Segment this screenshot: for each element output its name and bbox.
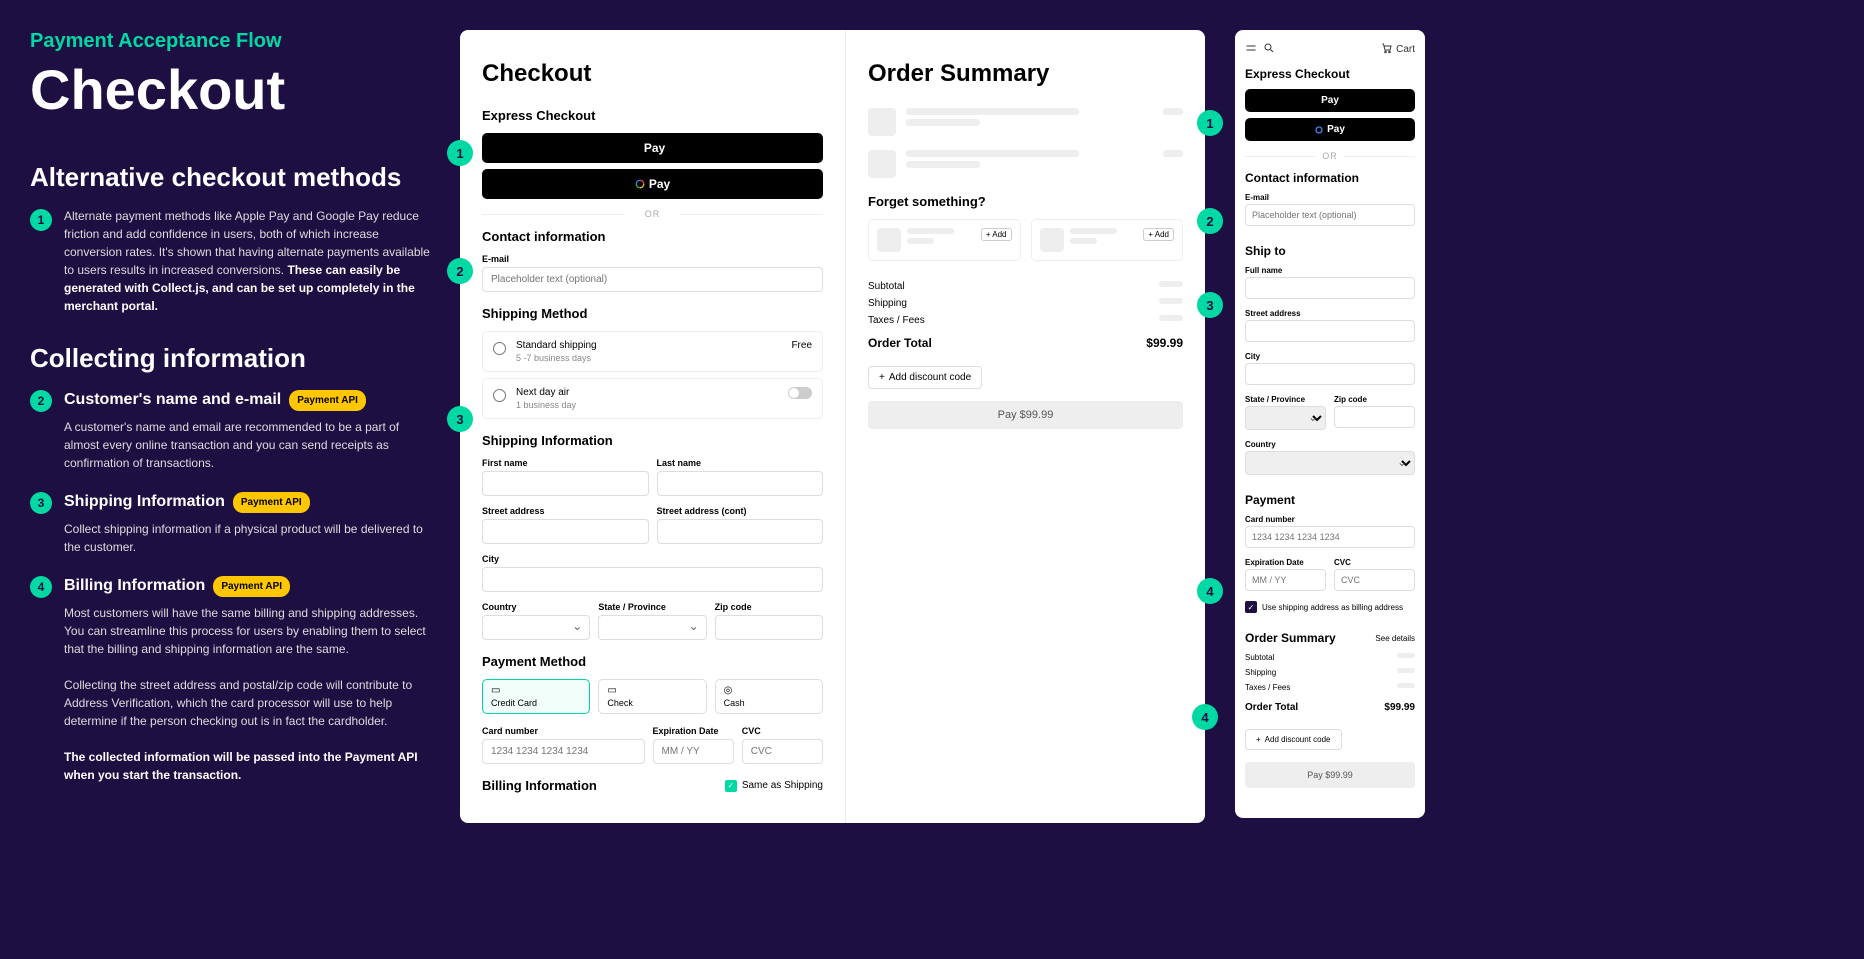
tab-credit-card[interactable]: ▭Credit Card	[482, 679, 590, 714]
email-label: E-mail	[482, 254, 823, 264]
upsell-card: + Add	[1031, 219, 1184, 261]
cart-icon	[1381, 42, 1393, 57]
see-details-link[interactable]: See details	[1375, 634, 1415, 643]
shipping-option-nextday[interactable]: Next day air 1 business day	[482, 378, 823, 419]
pay-button[interactable]: Pay $99.99	[868, 401, 1183, 429]
or-separator: OR	[482, 209, 823, 219]
card-exp-field[interactable]	[653, 739, 734, 764]
street-field[interactable]	[482, 519, 649, 544]
mobile-fullname-field[interactable]	[1245, 277, 1415, 299]
country-select[interactable]	[482, 615, 590, 640]
card-cvc-field[interactable]	[742, 739, 823, 764]
tab-cash[interactable]: ◎Cash	[715, 679, 823, 714]
desktop-mockup: Checkout Express Checkout Pay Pay OR Con…	[460, 30, 1205, 823]
search-icon[interactable]	[1263, 42, 1275, 57]
mobile-mockup: Cart Express Checkout Pay Pay OR Contact…	[1235, 30, 1425, 818]
cash-icon: ◎	[724, 685, 814, 696]
mobile-marker-4: 4	[1197, 578, 1223, 604]
contact-heading: Contact information	[482, 229, 823, 244]
mobile-use-shipping-checkbox[interactable]: ✓Use shipping address as billing address	[1245, 601, 1415, 613]
card-number-field[interactable]	[482, 739, 645, 764]
mobile-marker-1: 1	[1197, 110, 1223, 136]
shipping-option-standard[interactable]: Standard shipping 5 -7 business days Fre…	[482, 331, 823, 372]
mobile-zip-field[interactable]	[1334, 406, 1415, 428]
marker-3: 3	[447, 406, 473, 432]
api-pill: Payment API	[233, 492, 310, 513]
item-title: Customer's name and e-mail	[64, 388, 281, 412]
order-summary-title: Order Summary	[868, 60, 1183, 88]
cart-link[interactable]: Cart	[1381, 42, 1415, 57]
upsell-card: + Add	[868, 219, 1021, 261]
first-name-field[interactable]	[482, 471, 649, 496]
step-badge-3: 3	[30, 492, 52, 514]
city-field[interactable]	[482, 567, 823, 592]
forget-heading: Forget something?	[868, 194, 1183, 209]
section-heading-collecting: Collecting information	[30, 343, 430, 374]
marker-1: 1	[447, 140, 473, 166]
shipping-info-heading: Shipping Information	[482, 433, 823, 448]
marker-4: 4	[1192, 704, 1218, 730]
check-icon: ✓	[725, 780, 737, 792]
menu-icon[interactable]	[1245, 42, 1257, 57]
payment-method-heading: Payment Method	[482, 654, 823, 669]
billing-heading: Billing Information	[482, 778, 597, 793]
cart-item	[868, 150, 1183, 178]
checkout-title: Checkout	[482, 60, 823, 88]
mobile-apple-pay[interactable]: Pay	[1245, 89, 1415, 112]
street2-field[interactable]	[657, 519, 824, 544]
cart-item	[868, 108, 1183, 136]
step-badge-4: 4	[30, 576, 52, 598]
mobile-marker-2: 2	[1197, 208, 1223, 234]
mobile-city-field[interactable]	[1245, 363, 1415, 385]
mobile-card-field[interactable]	[1245, 526, 1415, 548]
shipping-method-heading: Shipping Method	[482, 306, 823, 321]
mobile-google-pay[interactable]: Pay	[1245, 118, 1415, 141]
same-as-shipping-checkbox[interactable]: ✓Same as Shipping	[725, 780, 823, 792]
zip-field[interactable]	[715, 615, 823, 640]
step-badge-1: 1	[30, 209, 52, 231]
page-title: Checkout	[30, 57, 430, 122]
eyebrow: Payment Acceptance Flow	[30, 30, 430, 53]
mobile-email-field[interactable]	[1245, 204, 1415, 226]
add-discount-button[interactable]: +Add discount code	[868, 366, 982, 389]
alt-body: Alternate payment methods like Apple Pay…	[64, 207, 430, 315]
apple-pay-button[interactable]: Pay	[482, 133, 823, 163]
add-button[interactable]: + Add	[981, 228, 1012, 241]
marker-2: 2	[447, 258, 473, 284]
tab-check[interactable]: ▭Check	[598, 679, 706, 714]
section-heading-alt: Alternative checkout methods	[30, 162, 430, 193]
api-pill: Payment API	[289, 390, 366, 411]
check-icon: ▭	[607, 685, 697, 696]
mobile-street-field[interactable]	[1245, 320, 1415, 342]
google-icon	[635, 179, 645, 189]
mobile-marker-3: 3	[1197, 292, 1223, 318]
mobile-country-select[interactable]	[1245, 451, 1415, 475]
step-badge-2: 2	[30, 390, 52, 412]
mobile-pay-button[interactable]: Pay $99.99	[1245, 762, 1415, 788]
mobile-state-select[interactable]	[1245, 406, 1326, 430]
google-pay-button[interactable]: Pay	[482, 169, 823, 199]
item-title: Billing Information	[64, 574, 205, 598]
mobile-exp-field[interactable]	[1245, 569, 1326, 591]
api-pill: Payment API	[213, 576, 290, 597]
explanation-column: Payment Acceptance Flow Checkout Alterna…	[30, 30, 430, 823]
add-button[interactable]: + Add	[1143, 228, 1174, 241]
plus-icon: +	[879, 372, 885, 383]
last-name-field[interactable]	[657, 471, 824, 496]
mobile-discount-button[interactable]: + Add discount code	[1245, 729, 1342, 750]
email-field[interactable]	[482, 267, 823, 292]
state-select[interactable]	[598, 615, 706, 640]
toggle-icon	[788, 387, 812, 399]
mobile-cvc-field[interactable]	[1334, 569, 1415, 591]
express-heading: Express Checkout	[482, 108, 823, 123]
item-title: Shipping Information	[64, 490, 225, 514]
card-icon: ▭	[491, 685, 581, 696]
